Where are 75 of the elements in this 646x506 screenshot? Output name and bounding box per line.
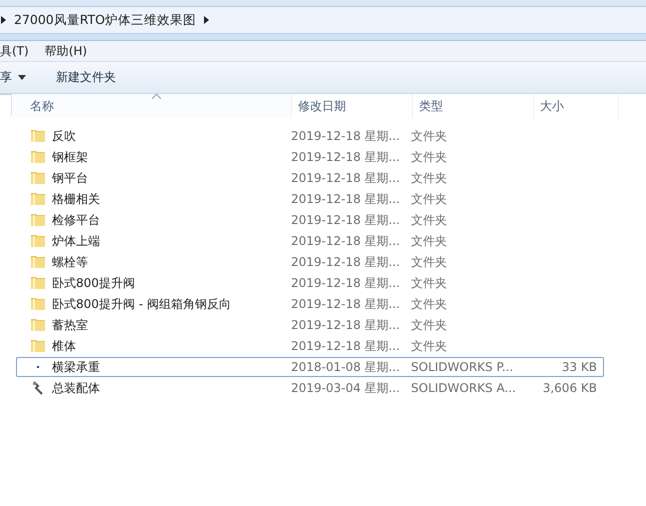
file-name: 卧式800提升阀: [52, 274, 135, 292]
type-cell: 文件夹: [411, 128, 447, 144]
date-cell: 2019-12-18 星期...: [291, 170, 400, 186]
folder-icon: [30, 171, 46, 185]
file-row[interactable]: 椎体 2019-12-18 星期... 文件夹: [16, 336, 604, 356]
file-row[interactable]: 炉体上端 2019-12-18 星期... 文件夹: [16, 231, 604, 251]
chevron-icon[interactable]: [1, 16, 6, 24]
date-cell: 2019-12-18 星期...: [291, 190, 400, 208]
file-row[interactable]: 卧式800提升阀 - 阀组箱角钢反向 2019-12-18 星期... 文件夹: [16, 294, 604, 314]
file-row[interactable]: 总装配体 2019-03-04 星期... SOLIDWORKS A... 3,606 KB: [16, 378, 604, 398]
date-cell: 2019-12-18 星期...: [291, 232, 400, 250]
file-row[interactable]: 横梁承重 2018-01-08 星期... SOLIDWORKS P... 33 KB: [16, 357, 604, 377]
folder-icon: [30, 297, 46, 311]
file-name: 蓄热室: [52, 316, 88, 334]
folder-icon: [30, 318, 46, 332]
date-cell: 2019-12-18 星期...: [291, 296, 400, 312]
type-cell: 文件夹: [411, 170, 447, 186]
date-cell: 2019-12-18 星期...: [291, 148, 400, 166]
file-name: 总装配体: [52, 380, 100, 396]
file-name: 检修平台: [52, 212, 100, 228]
file-row[interactable]: 钢框架 2019-12-18 星期... 文件夹: [16, 147, 604, 167]
type-cell: 文件夹: [411, 316, 447, 334]
type-cell: 文件夹: [411, 212, 447, 228]
new-folder-button[interactable]: 新建文件夹: [56, 69, 116, 86]
file-row[interactable]: 格栅相关 2019-12-18 星期... 文件夹: [16, 189, 604, 209]
date-cell: 2019-12-18 星期...: [291, 212, 400, 228]
share-button[interactable]: 享: [0, 69, 26, 86]
file-name: 钢平台: [52, 170, 88, 186]
address-field[interactable]: 27000风量RTO炉体三维效果图: [0, 6, 646, 34]
type-cell: SOLIDWORKS A...: [411, 381, 516, 395]
folder-icon: [30, 129, 46, 143]
folder-icon: [30, 150, 46, 164]
menu-item[interactable]: 帮助(H): [44, 42, 88, 60]
file-name: 炉体上端: [52, 232, 100, 250]
date-cell: 2019-12-18 星期...: [291, 128, 400, 144]
type-cell: 文件夹: [411, 254, 447, 270]
date-cell: 2019-12-18 星期...: [291, 254, 400, 270]
date-cell: 2019-12-18 星期...: [291, 274, 400, 292]
file-row[interactable]: 反吹 2019-12-18 星期... 文件夹: [16, 126, 604, 146]
type-cell: SOLIDWORKS P...: [411, 360, 514, 374]
type-cell: 文件夹: [411, 338, 447, 354]
type-cell: 文件夹: [411, 190, 447, 208]
file-row[interactable]: 螺栓等 2019-12-18 星期... 文件夹: [16, 252, 604, 272]
file-name: 反吹: [52, 128, 76, 144]
chevron-icon[interactable]: [204, 16, 210, 24]
folder-icon: [30, 192, 46, 206]
type-cell: 文件夹: [411, 148, 447, 166]
type-cell: 文件夹: [411, 296, 447, 312]
folder-icon: [30, 213, 46, 227]
size-cell: 33 KB: [562, 360, 597, 374]
caret-icon: [18, 75, 26, 80]
file-name: 钢框架: [52, 148, 88, 166]
folder-icon: [30, 234, 46, 248]
folder-icon: [30, 276, 46, 290]
file-row[interactable]: 钢平台 2019-12-18 星期... 文件夹: [16, 168, 604, 188]
file-name: 格栅相关: [52, 190, 100, 208]
date-cell: 2019-03-04 星期...: [291, 380, 400, 396]
date-cell: 2019-12-18 星期...: [291, 316, 400, 334]
date-cell: 2018-01-08 星期...: [291, 358, 400, 376]
folder-icon: [30, 255, 46, 269]
file-name: 横梁承重: [52, 358, 100, 376]
size-cell: 3,606 KB: [542, 381, 597, 395]
column-header[interactable]: 名称: [12, 94, 292, 118]
file-name: 椎体: [52, 338, 76, 354]
breadcrumb-item[interactable]: 27000风量RTO炉体三维效果图: [14, 12, 196, 28]
date-cell: 2019-12-18 星期...: [291, 338, 400, 354]
folder-icon: [30, 339, 46, 353]
file-row[interactable]: 卧式800提升阀 2019-12-18 星期... 文件夹: [16, 273, 604, 293]
file-name: 螺栓等: [52, 254, 88, 270]
file-name: 卧式800提升阀 - 阀组箱角钢反向: [52, 296, 231, 312]
type-cell: 文件夹: [411, 274, 447, 292]
file-row[interactable]: 蓄热室 2019-12-18 星期... 文件夹: [16, 315, 604, 335]
type-cell: 文件夹: [411, 232, 447, 250]
file-row[interactable]: 检修平台 2019-12-18 星期... 文件夹: [16, 210, 604, 230]
menu-item[interactable]: 具(T): [0, 42, 29, 60]
